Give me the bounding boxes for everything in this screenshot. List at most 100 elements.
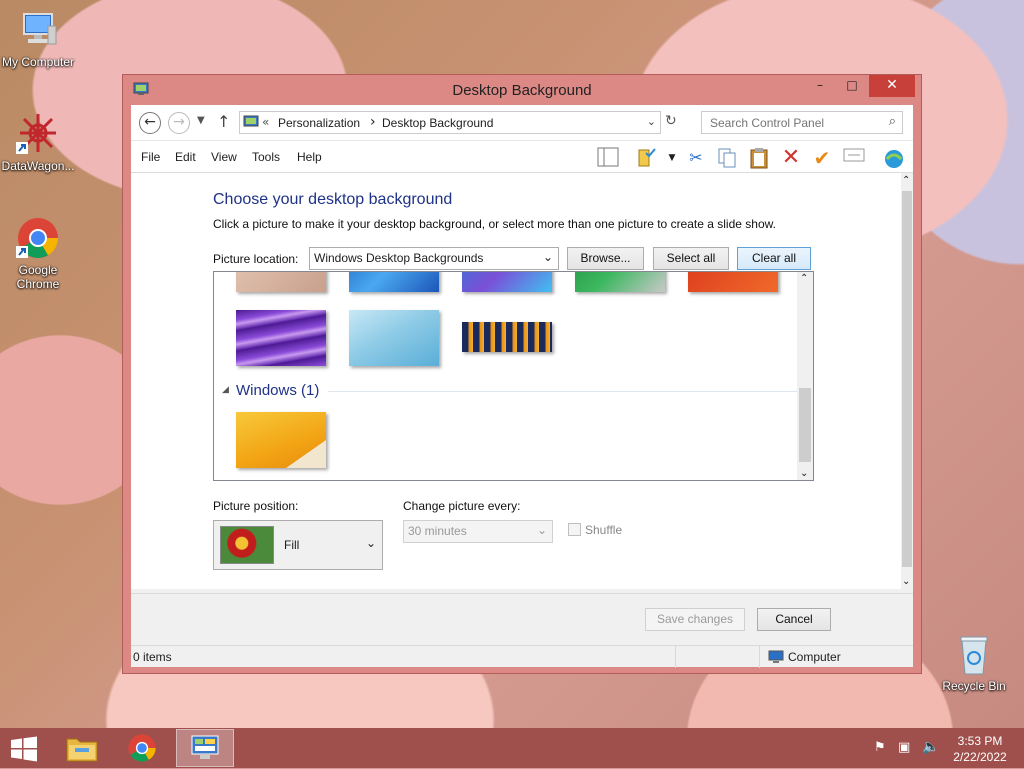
clock-time[interactable]: 3:53 PM [950, 734, 1010, 748]
search-input[interactable] [708, 115, 878, 131]
chrome-icon [128, 734, 156, 762]
status-divider [759, 646, 760, 668]
search-icon: ⌕ [888, 114, 896, 129]
delete-icon[interactable]: ✕ [780, 147, 802, 169]
cancel-button[interactable]: Cancel [757, 608, 831, 631]
clock-date[interactable]: 2/22/2022 [950, 750, 1010, 764]
taskbar-chrome[interactable] [120, 730, 164, 766]
breadcrumb-separator: › [370, 114, 376, 130]
copy-icon[interactable] [716, 147, 738, 169]
group-header-windows[interactable]: Windows (1) [236, 382, 319, 399]
group-collapse-icon[interactable]: ◢ [222, 385, 229, 395]
taskbar-file-explorer[interactable] [60, 730, 104, 766]
wallpaper-thumbnail[interactable] [462, 272, 552, 292]
change-picture-dropdown[interactable]: 30 minutes ⌄ [403, 520, 553, 543]
wallpaper-thumbnail[interactable] [236, 310, 326, 366]
wallpaper-thumbnail[interactable] [349, 272, 439, 292]
scroll-up-icon[interactable]: ⌃ [800, 273, 808, 284]
up-button[interactable]: ↑ [217, 112, 230, 131]
shuffle-checkbox[interactable] [568, 523, 581, 536]
action-center-icon[interactable]: ⚑ [874, 740, 886, 755]
wallpaper-thumbnail[interactable] [236, 412, 326, 468]
menu-bar: File Edit View Tools Help ▼ ✂ ✕ ✔ [131, 141, 913, 173]
picture-position-dropdown[interactable]: Fill ⌄ [213, 520, 383, 570]
select-all-button[interactable]: Select all [653, 247, 729, 270]
title-bar[interactable]: Desktop Background – □ ✕ [123, 75, 921, 105]
network-icon[interactable]: ▣ [898, 740, 910, 755]
picture-location-dropdown[interactable]: Windows Desktop Backgrounds ⌄ [309, 247, 559, 270]
rename-icon[interactable] [843, 147, 865, 169]
address-prefix: « [262, 115, 270, 129]
forward-button[interactable]: → [168, 112, 190, 134]
browse-button[interactable]: Browse... [567, 247, 644, 270]
main-scrollbar[interactable]: ⌃ ⌄ [901, 173, 913, 589]
paste-icon[interactable] [748, 147, 770, 169]
menu-edit[interactable]: Edit [175, 150, 196, 164]
address-dropdown-icon[interactable]: ⌄ [647, 115, 656, 128]
change-picture-label: Change picture every: [403, 499, 521, 513]
forward-arrow-icon: → [173, 114, 185, 130]
folder-icon [66, 738, 98, 762]
scroll-down-icon[interactable]: ⌄ [800, 468, 808, 479]
maximize-button[interactable]: □ [837, 75, 867, 97]
close-button[interactable]: ✕ [869, 75, 915, 97]
page-description: Click a picture to make it your desktop … [213, 217, 776, 231]
scroll-down-icon[interactable]: ⌄ [902, 576, 910, 587]
desktop-icon-my-computer[interactable]: My Computer [0, 8, 76, 69]
search-box[interactable]: ⌕ [701, 111, 903, 134]
picture-position-label: Picture position: [213, 499, 299, 513]
gallery-scroll-thumb[interactable] [799, 388, 811, 462]
wallpaper-thumbnail[interactable] [688, 272, 778, 292]
main-scroll-thumb[interactable] [902, 191, 912, 567]
chevron-down-icon: ⌄ [536, 523, 547, 537]
desktop-icon-datawagon[interactable]: DataWagon... [0, 112, 76, 173]
footer-divider [131, 593, 913, 594]
desktop-icon-recycle-bin[interactable]: Recycle Bin [936, 632, 1012, 693]
clear-all-button[interactable]: Clear all [737, 247, 811, 270]
wallpaper-thumbnail[interactable] [349, 310, 439, 366]
wallpaper-thumbnail[interactable] [462, 322, 552, 352]
control-panel-icon [243, 115, 259, 132]
desktop-icon-label: My Computer [1, 55, 75, 69]
menu-file[interactable]: File [141, 150, 160, 164]
check-icon[interactable]: ✔ [811, 147, 833, 169]
chevron-down-icon: ⌄ [365, 536, 376, 550]
refresh-button[interactable]: ↻ [665, 113, 677, 129]
menu-tools[interactable]: Tools [252, 150, 280, 164]
gallery-scrollbar[interactable]: ⌃ ⌄ [797, 272, 813, 480]
scroll-up-icon[interactable]: ⌃ [902, 175, 910, 186]
menu-help[interactable]: Help [297, 150, 322, 164]
picture-gallery[interactable]: ◢ Windows (1) ⌃ ⌄ [213, 271, 814, 481]
change-picture-value: 30 minutes [408, 524, 467, 538]
taskbar-control-panel[interactable] [176, 729, 234, 767]
recent-pages-button[interactable]: ▼ [197, 115, 205, 126]
windows-logo-icon [11, 736, 37, 762]
properties-icon[interactable] [635, 147, 657, 169]
save-changes-button[interactable]: Save changes [645, 608, 745, 631]
desktop-icon-google-chrome[interactable]: Google Chrome [0, 216, 76, 291]
address-bar[interactable]: « Personalization › Desktop Background ⌄ [239, 111, 661, 134]
wallpaper-thumbnail[interactable] [236, 272, 326, 292]
breadcrumb-desktop-background[interactable]: Desktop Background [382, 116, 493, 130]
main-content: Choose your desktop background Click a p… [131, 173, 901, 589]
navigation-bar: ← → ▼ ↑ « Personalization › Desktop Back… [131, 105, 913, 141]
back-button[interactable]: ← [139, 112, 161, 134]
properties-dropdown-icon[interactable]: ▼ [661, 147, 683, 169]
cut-icon[interactable]: ✂ [685, 147, 707, 169]
picture-position-preview [220, 526, 274, 564]
web-icon[interactable] [883, 147, 905, 169]
shuffle-label: Shuffle [585, 523, 623, 537]
datawagon-icon [16, 112, 60, 156]
chevron-down-icon: ⌄ [542, 250, 553, 264]
breadcrumb-personalization[interactable]: Personalization [278, 116, 360, 130]
status-location: Computer [788, 650, 841, 664]
menu-view[interactable]: View [211, 150, 237, 164]
group-divider [328, 391, 798, 392]
volume-muted-icon[interactable]: 🔈 [922, 739, 939, 755]
computer-icon [16, 8, 60, 52]
layout-icon[interactable] [597, 147, 619, 169]
wallpaper-thumbnail[interactable] [575, 272, 665, 292]
minimize-button[interactable]: – [805, 75, 835, 97]
up-arrow-icon: ↑ [217, 112, 231, 131]
start-button[interactable] [6, 734, 42, 764]
